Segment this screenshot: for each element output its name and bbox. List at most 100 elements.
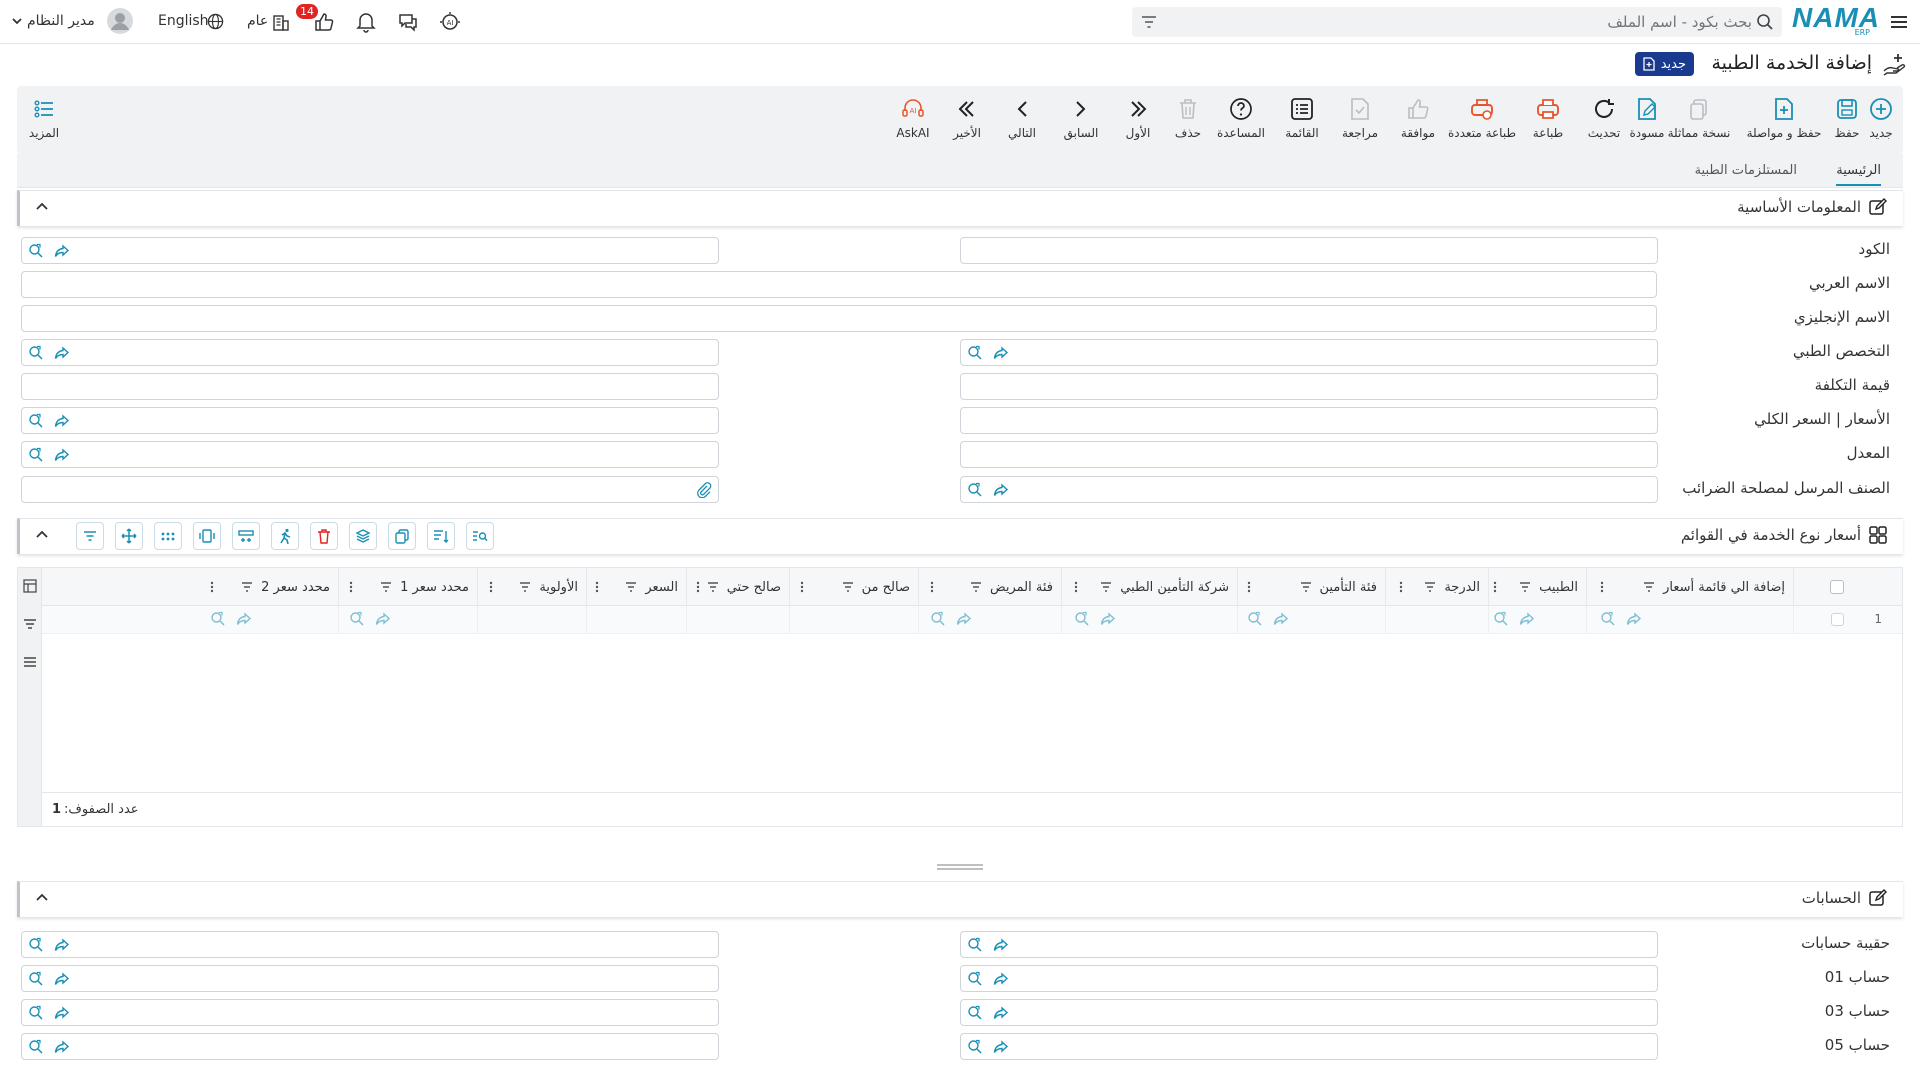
column-header[interactable]: السعر	[589, 568, 687, 606]
lookup-search-icon[interactable]	[349, 611, 365, 627]
lookup-search-icon[interactable]	[1600, 611, 1616, 627]
grid-delete-button[interactable]	[310, 522, 338, 550]
cost-value-field[interactable]	[960, 373, 1658, 400]
language-switch[interactable]: English	[158, 13, 209, 29]
table-cell[interactable]	[1068, 606, 1238, 633]
tab-main[interactable]: الرئيسية	[1836, 163, 1881, 186]
column-filter-icon[interactable]	[1424, 581, 1436, 593]
open-link-icon[interactable]	[54, 243, 70, 259]
bell-icon[interactable]	[355, 11, 377, 33]
column-filter-icon[interactable]	[842, 581, 854, 593]
open-link-icon[interactable]	[993, 1005, 1009, 1021]
open-link-icon[interactable]	[1626, 611, 1642, 627]
askai-button[interactable]: AI AskAI	[878, 96, 948, 140]
column-menu-icon[interactable]	[1399, 581, 1403, 593]
lookup-search-icon[interactable]	[930, 611, 946, 627]
resize-handle[interactable]	[935, 864, 985, 870]
attachment-field[interactable]	[21, 476, 719, 503]
open-link-icon[interactable]	[1273, 611, 1289, 627]
column-filter-icon[interactable]	[625, 581, 637, 593]
row-checkbox[interactable]	[1831, 613, 1844, 626]
save-continue-button[interactable]: حفظ و مواصلة	[1739, 96, 1829, 140]
lookup-search-icon[interactable]	[967, 971, 983, 987]
code-field[interactable]	[960, 237, 1658, 264]
grid-move-button[interactable]	[115, 522, 143, 550]
building-icon[interactable]	[271, 12, 291, 32]
classification-field[interactable]	[21, 339, 719, 366]
user-name[interactable]: مدير النظام	[27, 13, 95, 29]
column-filter-icon[interactable]	[1100, 581, 1112, 593]
table-cell[interactable]	[1241, 606, 1386, 633]
accounts-header[interactable]: الحسابات	[17, 881, 1903, 917]
open-link-icon[interactable]	[993, 937, 1009, 953]
column-header[interactable]: صالح حتي	[690, 568, 790, 606]
grid-fit-columns-button[interactable]	[193, 522, 221, 550]
column-menu-icon[interactable]	[1600, 581, 1604, 593]
table-cell[interactable]	[690, 606, 790, 633]
lookup-search-icon[interactable]	[28, 243, 44, 259]
grid-copy-button[interactable]	[388, 522, 416, 550]
column-filter-icon[interactable]	[707, 581, 719, 593]
currency-field[interactable]	[21, 407, 719, 434]
lookup-search-icon[interactable]	[28, 413, 44, 429]
lookup-search-icon[interactable]	[967, 1039, 983, 1055]
account-05-field[interactable]	[960, 1033, 1658, 1060]
column-filter-icon[interactable]	[1643, 581, 1655, 593]
open-link-icon[interactable]	[54, 937, 70, 953]
table-cell[interactable]	[1487, 606, 1587, 633]
column-header[interactable]: محدد سعر 1	[343, 568, 478, 606]
lookup-search-icon[interactable]	[967, 937, 983, 953]
grid-sort-button[interactable]	[427, 522, 455, 550]
account-01-field[interactable]	[960, 965, 1658, 992]
open-link-icon[interactable]	[993, 1039, 1009, 1055]
open-link-icon[interactable]	[993, 482, 1009, 498]
column-filter-icon[interactable]	[519, 581, 531, 593]
chevron-up-icon[interactable]	[34, 527, 52, 545]
column-filter-icon[interactable]	[241, 581, 253, 593]
open-link-icon[interactable]	[1100, 611, 1116, 627]
grid-run-button[interactable]	[271, 522, 299, 550]
table-cell[interactable]	[204, 606, 339, 633]
filter-icon[interactable]	[22, 616, 38, 632]
open-link-icon[interactable]	[1519, 611, 1535, 627]
table-cell[interactable]	[794, 606, 919, 633]
table-cell[interactable]	[1393, 606, 1489, 633]
account-04-field[interactable]	[21, 999, 719, 1026]
lookup-search-icon[interactable]	[28, 345, 44, 361]
column-filter-icon[interactable]	[970, 581, 982, 593]
grid-search-button[interactable]	[466, 522, 494, 550]
column-menu-icon[interactable]	[800, 581, 804, 593]
lookup-search-icon[interactable]	[210, 611, 226, 627]
rate-field[interactable]	[960, 441, 1658, 468]
lookup-search-icon[interactable]	[28, 447, 44, 463]
globe-icon[interactable]	[206, 12, 224, 30]
column-menu-icon[interactable]	[696, 581, 700, 593]
table-row[interactable]: 1	[42, 606, 1902, 634]
grid-layers-button[interactable]	[349, 522, 377, 550]
open-link-icon[interactable]	[54, 971, 70, 987]
lookup-search-icon[interactable]	[967, 482, 983, 498]
column-filter-icon[interactable]	[1519, 581, 1531, 593]
open-link-icon[interactable]	[993, 971, 1009, 987]
prices-total-field[interactable]	[960, 407, 1658, 434]
open-link-icon[interactable]	[956, 611, 972, 627]
column-menu-icon[interactable]	[595, 581, 599, 593]
general-label[interactable]: عام	[247, 13, 268, 29]
main-account-field[interactable]	[21, 931, 719, 958]
column-header[interactable]: الدرجة	[1393, 568, 1489, 606]
nama-logo[interactable]: NAMA ERP	[1792, 4, 1879, 38]
column-menu-icon[interactable]	[1493, 581, 1497, 593]
search-box[interactable]	[1132, 7, 1782, 37]
lookup-search-icon[interactable]	[28, 1005, 44, 1021]
chat-icon[interactable]	[397, 11, 419, 33]
select-all-checkbox[interactable]	[1830, 580, 1844, 594]
table-cell[interactable]	[483, 606, 587, 633]
prices-header[interactable]: أسعار نوع الخدمة في القوائم	[17, 518, 1903, 554]
list-button[interactable]: القائمة	[1267, 96, 1337, 140]
column-header[interactable]: فئة التأمين	[1241, 568, 1386, 606]
lookup-search-icon[interactable]	[1493, 611, 1509, 627]
column-menu-icon[interactable]	[210, 581, 214, 593]
open-link-icon[interactable]	[54, 413, 70, 429]
menu-lines-icon[interactable]	[22, 654, 38, 670]
column-menu-icon[interactable]	[1074, 581, 1078, 593]
